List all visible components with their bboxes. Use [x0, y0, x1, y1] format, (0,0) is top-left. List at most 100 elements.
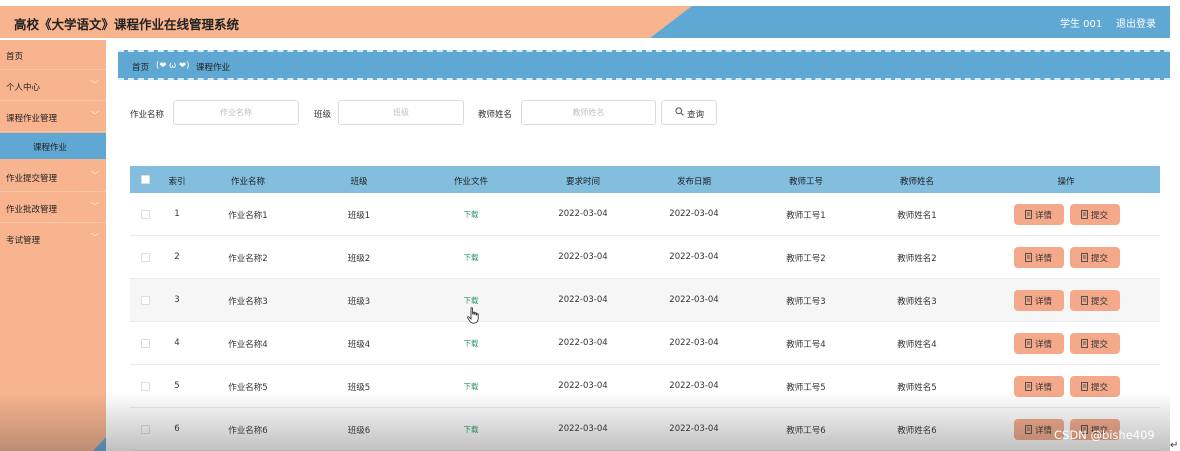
sidebar-item-home[interactable]: 首页 [0, 40, 106, 70]
cell-publish-date: 2022-03-04 [669, 295, 719, 305]
sidebar-item-label: 课程作业管理 [6, 114, 58, 124]
detail-button-label: 详情 [1035, 426, 1053, 436]
submit-button[interactable]: 提交 [1070, 247, 1120, 268]
cell-teacher-name: 教师姓名2 [897, 254, 937, 264]
sidebar-item-exam[interactable]: 考试管理 ﹀ [0, 224, 106, 254]
sidebar-item-course-homework[interactable]: 课程作业管理 ﹀ [0, 102, 106, 132]
column-header-file: 作业文件 [453, 177, 489, 187]
cell-publish-date: 2022-03-04 [669, 338, 719, 348]
detail-button[interactable]: 详情 [1014, 290, 1064, 311]
submit-button[interactable]: 提交 [1070, 290, 1120, 311]
table-row: 6 作业名称6 班级6 下载 2022-03-04 2022-03-04 教师工… [130, 408, 1160, 451]
breadcrumb-separator: (❤ ω ❤) [156, 61, 190, 71]
detail-button-label: 详情 [1035, 211, 1053, 221]
row-checkbox[interactable] [141, 339, 150, 348]
detail-button[interactable]: 详情 [1014, 376, 1064, 397]
download-link[interactable]: 下载 [464, 381, 479, 392]
watermark: CSDN @bishe409 [1054, 428, 1155, 442]
breadcrumb: 首页 (❤ ω ❤) 课程作业 [118, 50, 1170, 80]
cell-index: 2 [174, 252, 180, 262]
return-arrow-icon: ↵ [1170, 440, 1179, 451]
cell-teacher-id: 教师工号4 [786, 340, 826, 350]
cell-teacher-name: 教师姓名6 [897, 426, 937, 436]
cell-teacher-id: 教师工号2 [786, 254, 826, 264]
cell-publish-date: 2022-03-04 [669, 424, 719, 434]
cell-class: 班级3 [347, 297, 371, 307]
cell-due-time: 2022-03-04 [558, 381, 608, 391]
cell-index: 6 [174, 424, 180, 434]
column-header-homework-name: 作业名称 [230, 177, 266, 187]
download-link[interactable]: 下载 [464, 295, 479, 306]
download-link[interactable]: 下载 [464, 338, 479, 349]
current-user[interactable]: 学生 001 [1060, 15, 1102, 30]
submit-button[interactable]: 提交 [1070, 333, 1120, 354]
sidebar-item-label: 作业提交管理 [6, 174, 58, 184]
sidebar-subitem-course-homework[interactable]: 课程作业 [0, 133, 106, 159]
table-row: 4 作业名称4 班级4 下载 2022-03-04 2022-03-04 教师工… [130, 322, 1160, 365]
document-icon [1025, 210, 1032, 219]
cell-teacher-id: 教师工号3 [786, 297, 826, 307]
sidebar-item-label: 个人中心 [6, 83, 41, 93]
submit-button-label: 提交 [1091, 340, 1109, 350]
class-input[interactable] [338, 100, 464, 125]
cell-teacher-id: 教师工号6 [786, 426, 826, 436]
cell-due-time: 2022-03-04 [558, 252, 608, 262]
sidebar-item-grading[interactable]: 作业批改管理 ﹀ [0, 193, 106, 223]
detail-button-label: 详情 [1035, 254, 1053, 264]
row-checkbox[interactable] [141, 382, 150, 391]
download-link[interactable]: 下载 [464, 252, 479, 263]
cell-publish-date: 2022-03-04 [669, 381, 719, 391]
cell-homework-name: 作业名称4 [228, 340, 268, 350]
chevron-down-icon: ﹀ [91, 80, 99, 89]
chevron-down-icon: ﹀ [91, 233, 99, 242]
cell-index: 1 [174, 209, 180, 219]
sidebar-item-submission[interactable]: 作业提交管理 ﹀ [0, 162, 106, 192]
document-icon [1025, 382, 1032, 391]
cell-due-time: 2022-03-04 [558, 338, 608, 348]
sidebar-subitem-label: 课程作业 [33, 143, 68, 153]
chevron-down-icon: ﹀ [91, 202, 99, 211]
table-row: 3 作业名称3 班级3 下载 2022-03-04 2022-03-04 教师工… [130, 279, 1160, 322]
teacher-name-input[interactable] [521, 100, 656, 125]
detail-button[interactable]: 详情 [1014, 333, 1064, 354]
sidebar-item-label: 首页 [6, 52, 24, 62]
breadcrumb-home[interactable]: 首页 [132, 61, 149, 73]
chevron-down-icon: ﹀ [91, 111, 99, 120]
table-row: 1 作业名称1 班级1 下载 2022-03-04 2022-03-04 教师工… [130, 193, 1160, 236]
submit-button-label: 提交 [1091, 254, 1109, 264]
cell-homework-name: 作业名称5 [228, 383, 268, 393]
homework-name-input[interactable] [173, 100, 299, 125]
cell-index: 5 [174, 381, 180, 391]
submit-button-label: 提交 [1091, 297, 1109, 307]
cell-index: 3 [174, 295, 180, 305]
submit-button[interactable]: 提交 [1070, 204, 1120, 225]
search-button[interactable]: 查询 [661, 100, 717, 125]
download-link[interactable]: 下载 [464, 424, 479, 435]
row-checkbox[interactable] [141, 425, 150, 434]
detail-button[interactable]: 详情 [1014, 204, 1064, 225]
sidebar-item-profile[interactable]: 个人中心 ﹀ [0, 71, 106, 101]
submit-button[interactable]: 提交 [1070, 376, 1120, 397]
row-checkbox[interactable] [141, 296, 150, 305]
cell-teacher-id: 教师工号5 [786, 383, 826, 393]
row-checkbox[interactable] [141, 210, 150, 219]
cell-homework-name: 作业名称3 [228, 297, 268, 307]
download-link[interactable]: 下载 [464, 209, 479, 220]
app-title: 高校《大学语文》课程作业在线管理系统 [14, 17, 240, 32]
row-checkbox[interactable] [141, 253, 150, 262]
document-icon [1025, 253, 1032, 262]
document-icon [1081, 210, 1088, 219]
logout-link[interactable]: 退出登录 [1116, 15, 1156, 30]
detail-button[interactable]: 详情 [1014, 247, 1064, 268]
table-row: 2 作业名称2 班级2 下载 2022-03-04 2022-03-04 教师工… [130, 236, 1160, 279]
cell-class: 班级5 [347, 383, 371, 393]
sidebar-item-label: 考试管理 [6, 236, 41, 246]
select-all-checkbox[interactable] [141, 175, 150, 184]
column-header-class: 班级 [350, 177, 368, 187]
document-icon [1025, 296, 1032, 305]
teacher-name-label: 教师姓名 [478, 110, 513, 120]
cell-due-time: 2022-03-04 [558, 209, 608, 219]
cell-homework-name: 作业名称2 [228, 254, 268, 264]
table-row: 5 作业名称5 班级5 下载 2022-03-04 2022-03-04 教师工… [130, 365, 1160, 408]
table-header: 索引 作业名称 班级 作业文件 要求时间 发布日期 教师工号 教师姓名 操作 [130, 166, 1160, 193]
